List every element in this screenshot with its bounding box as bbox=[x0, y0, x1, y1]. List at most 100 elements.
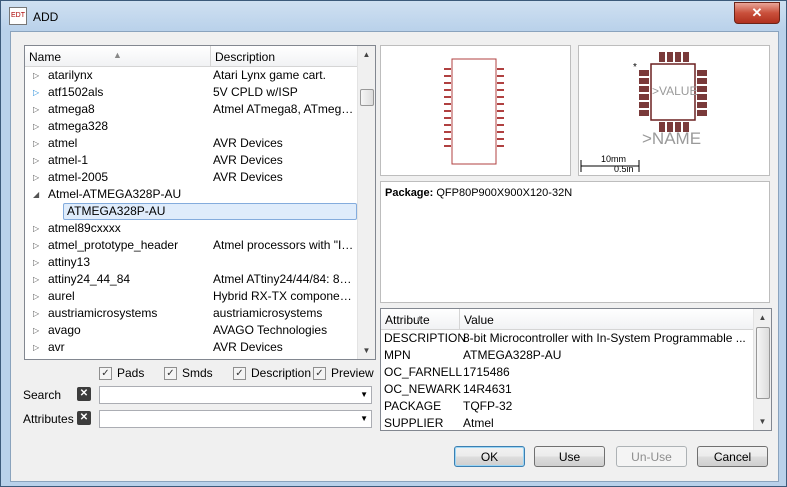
library-description: Hybrid RX-TX compone… bbox=[213, 289, 352, 303]
footprint-drawing bbox=[444, 58, 504, 165]
tree-row[interactable]: ▷ atf1502als 5V CPLD w/ISP bbox=[25, 84, 358, 101]
preview-checkbox[interactable]: ✓ Preview bbox=[313, 366, 374, 381]
tree-rows: ▷ atarilynx Atari Lynx game cart. ▷ atf1502a… bbox=[25, 67, 358, 356]
clear-search-icon[interactable]: ✕ bbox=[77, 387, 91, 401]
library-name: atmega8 bbox=[48, 102, 95, 116]
pads-checkbox[interactable]: ✓ Pads bbox=[99, 366, 144, 381]
library-tree[interactable]: ▲ Name Description ▷ atarilynx Atari Lynx … bbox=[24, 45, 376, 360]
expand-icon[interactable]: ▷ bbox=[33, 84, 43, 101]
scroll-thumb[interactable] bbox=[360, 89, 374, 106]
attribute-row[interactable]: DESCRIPTION 8-bit Microcontroller with In… bbox=[381, 330, 754, 347]
attribute-row[interactable]: PACKAGE TQFP-32 bbox=[381, 398, 754, 415]
clear-attributes-icon[interactable]: ✕ bbox=[77, 411, 91, 425]
tree-row[interactable]: ▷ atmel-2005 AVR Devices bbox=[25, 169, 358, 186]
attribute-value: TQFP-32 bbox=[463, 399, 513, 413]
expand-icon[interactable]: ▷ bbox=[33, 339, 43, 356]
library-name: atmel-1 bbox=[48, 153, 89, 167]
expand-icon[interactable]: ▷ bbox=[33, 305, 43, 322]
close-button[interactable]: ✕ bbox=[734, 2, 780, 24]
library-name: avago bbox=[48, 323, 81, 337]
scroll-down-icon[interactable]: ▼ bbox=[358, 342, 375, 359]
column-header-value[interactable]: Value bbox=[460, 309, 754, 329]
library-name: aurel bbox=[48, 289, 75, 303]
unuse-button[interactable]: Un-Use bbox=[616, 446, 687, 467]
tree-row[interactable]: ◢ Atmel-ATMEGA328P-AU bbox=[25, 186, 358, 203]
ok-button[interactable]: OK bbox=[454, 446, 525, 467]
attribute-key: SUPPLIER bbox=[384, 416, 444, 430]
tree-row[interactable]: ▷ atmega8 Atmel ATmega8, ATmeg… bbox=[25, 101, 358, 118]
attribute-row[interactable]: OC_NEWARK 14R4631 bbox=[381, 381, 754, 398]
expand-icon[interactable]: ▷ bbox=[33, 288, 43, 305]
expand-icon[interactable]: ▷ bbox=[33, 322, 43, 339]
library-description: 5V CPLD w/ISP bbox=[213, 85, 298, 99]
app-icon: EDT bbox=[9, 7, 27, 25]
tree-row[interactable]: ▷ austriamicrosystems austriamicrosystems bbox=[25, 305, 358, 322]
scroll-up-icon[interactable]: ▲ bbox=[754, 309, 771, 326]
window-title: ADD bbox=[33, 10, 59, 24]
attributes-scrollbar[interactable]: ▲ ▼ bbox=[753, 309, 771, 430]
expand-icon[interactable]: ▷ bbox=[33, 67, 43, 84]
tree-row[interactable]: ▷ atmel-1 AVR Devices bbox=[25, 152, 358, 169]
column-header-description[interactable]: Description bbox=[211, 46, 358, 66]
tree-row[interactable]: ▷ avago AVAGO Technologies bbox=[25, 322, 358, 339]
package-info: Package: QFP80P900X900X120-32N bbox=[380, 181, 770, 303]
column-header-name[interactable]: ▲ Name bbox=[25, 46, 211, 66]
expand-icon[interactable]: ▷ bbox=[33, 118, 43, 135]
attribute-key: MPN bbox=[384, 348, 411, 362]
attributes-label: Attributes bbox=[23, 412, 74, 426]
tree-scrollbar[interactable]: ▲ ▼ bbox=[357, 46, 375, 359]
column-header-attribute[interactable]: ▲ Attribute bbox=[381, 309, 460, 329]
tree-row[interactable]: ATMEGA328P-AU bbox=[25, 203, 358, 220]
tree-row[interactable]: ▷ avr AVR Devices bbox=[25, 339, 358, 356]
tree-row[interactable]: ▷ atarilynx Atari Lynx game cart. bbox=[25, 67, 358, 84]
expand-icon[interactable]: ▷ bbox=[33, 152, 43, 169]
expand-icon[interactable]: ▷ bbox=[33, 254, 43, 271]
tree-row[interactable]: ▷ attiny24_44_84 Atmel ATtiny24/44/84: 8… bbox=[25, 271, 358, 288]
tree-row[interactable]: ▷ aurel Hybrid RX-TX compone… bbox=[25, 288, 358, 305]
library-description: Atmel ATmega8, ATmeg… bbox=[213, 102, 354, 116]
library-description: Atmel ATtiny24/44/84: 8… bbox=[213, 272, 352, 286]
collapse-icon[interactable]: ◢ bbox=[33, 186, 43, 203]
attribute-rows: DESCRIPTION 8-bit Microcontroller with In… bbox=[381, 330, 754, 430]
smds-checkbox[interactable]: ✓ Smds bbox=[164, 366, 213, 381]
dialog-body: ▲ Name Description ▷ atarilynx Atari Lynx … bbox=[10, 31, 779, 482]
library-name: atmel89cxxxx bbox=[48, 221, 121, 235]
package-label: Package: bbox=[385, 187, 434, 199]
attribute-key: OC_FARNELL bbox=[384, 365, 463, 379]
attribute-value: 1715486 bbox=[463, 365, 510, 379]
attribute-row[interactable]: OC_FARNELL 1715486 bbox=[381, 364, 754, 381]
expand-icon[interactable]: ▷ bbox=[33, 220, 43, 237]
library-name: atf1502als bbox=[48, 85, 104, 99]
library-name: atmel bbox=[48, 136, 78, 150]
attribute-row[interactable]: SUPPLIER Atmel bbox=[381, 415, 754, 430]
dropdown-arrow-icon[interactable]: ▼ bbox=[360, 390, 368, 399]
tree-row[interactable]: ▷ atmel89cxxxx bbox=[25, 220, 358, 237]
library-name: attiny13 bbox=[48, 255, 91, 269]
tree-row[interactable]: ▷ atmel_prototype_header Atmel processors … bbox=[25, 237, 358, 254]
expand-icon[interactable]: ▷ bbox=[33, 135, 43, 152]
tree-row[interactable]: ▷ atmega328 bbox=[25, 118, 358, 135]
scroll-thumb[interactable] bbox=[756, 327, 770, 399]
attributes-table[interactable]: ▲ Attribute Value DESCRIPTION 8-bit Micro… bbox=[380, 308, 772, 431]
cancel-button[interactable]: Cancel bbox=[697, 446, 768, 467]
package-name: QFP80P900X900X120-32N bbox=[436, 187, 573, 199]
attribute-key: OC_NEWARK bbox=[384, 382, 461, 396]
scroll-up-icon[interactable]: ▲ bbox=[358, 46, 375, 63]
attribute-row[interactable]: MPN ATMEGA328P-AU bbox=[381, 347, 754, 364]
scroll-down-icon[interactable]: ▼ bbox=[754, 413, 771, 430]
expand-icon[interactable]: ▷ bbox=[33, 271, 43, 288]
attributes-input[interactable]: ▼ bbox=[99, 410, 372, 428]
search-input[interactable]: ▼ bbox=[99, 386, 372, 404]
library-name: austriamicrosystems bbox=[48, 306, 158, 320]
tree-row[interactable]: ▷ atmel AVR Devices bbox=[25, 135, 358, 152]
expand-icon[interactable]: ▷ bbox=[33, 101, 43, 118]
dropdown-arrow-icon[interactable]: ▼ bbox=[360, 414, 368, 423]
checkmark-icon: ✓ bbox=[233, 367, 246, 381]
description-checkbox[interactable]: ✓ Description bbox=[233, 366, 311, 381]
attributes-header: ▲ Attribute Value bbox=[381, 309, 754, 330]
tree-row[interactable]: ▷ attiny13 bbox=[25, 254, 358, 271]
use-button[interactable]: Use bbox=[534, 446, 605, 467]
expand-icon[interactable]: ▷ bbox=[33, 237, 43, 254]
library-description: AVR Devices bbox=[213, 136, 283, 150]
expand-icon[interactable]: ▷ bbox=[33, 169, 43, 186]
